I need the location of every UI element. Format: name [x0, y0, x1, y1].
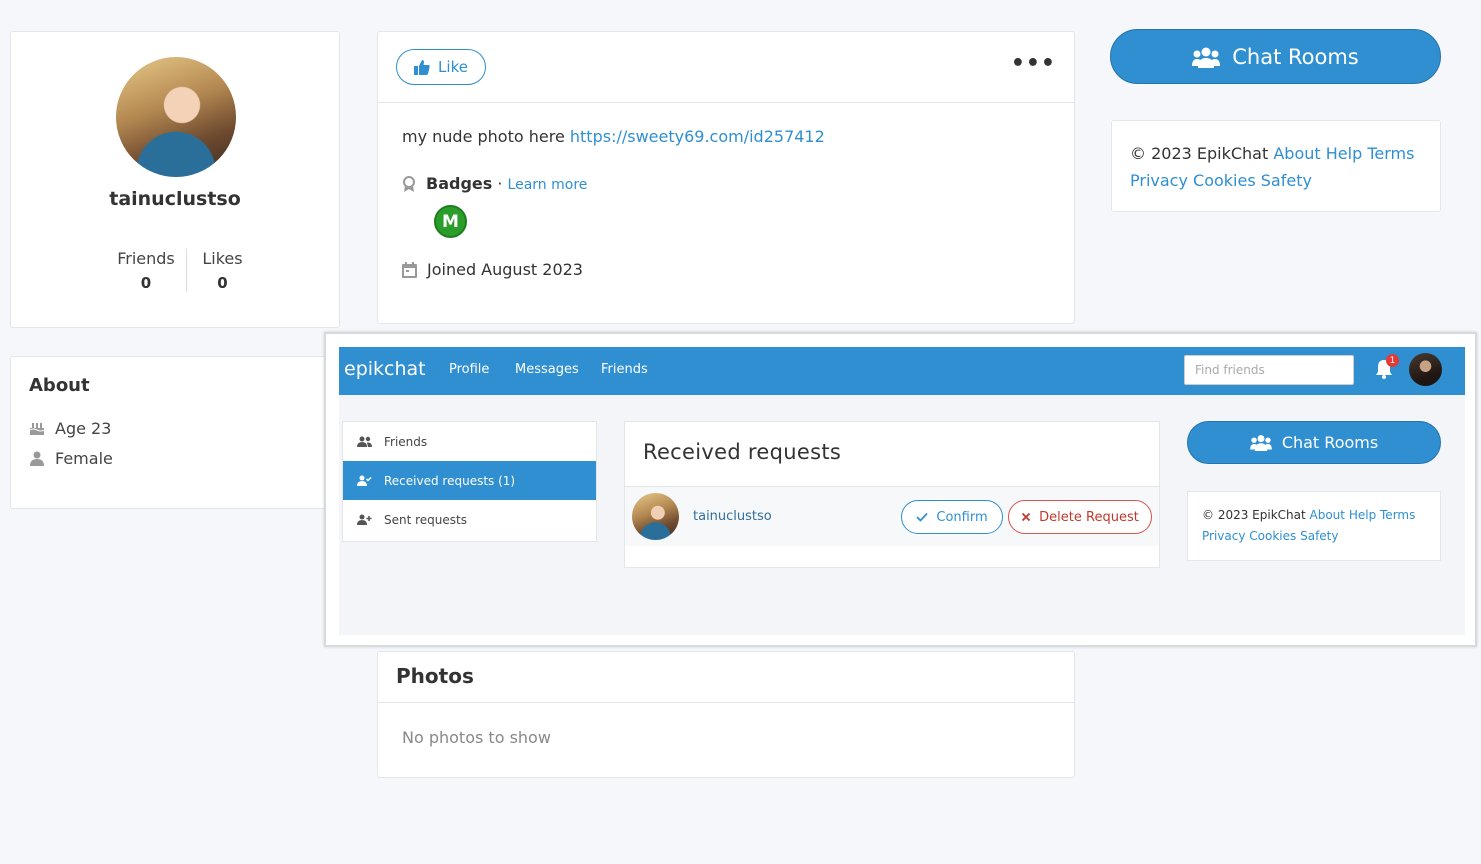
nav-friends-link[interactable]: Friends — [601, 362, 648, 377]
requester-avatar[interactable] — [632, 493, 679, 540]
user-icon — [29, 450, 45, 466]
photos-title: Photos — [378, 652, 1074, 703]
confirm-label: Confirm — [936, 509, 988, 525]
sidebar-item-friends[interactable]: Friends — [343, 422, 596, 461]
chat-rooms-button[interactable]: Chat Rooms — [1187, 421, 1441, 464]
chat-rooms-label: Chat Rooms — [1281, 433, 1379, 452]
footer-safety-link[interactable]: Safety — [1261, 171, 1312, 190]
about-gender-row: Female — [29, 443, 321, 473]
footer-about-link[interactable]: About — [1273, 144, 1320, 163]
requester-name[interactable]: tainuclustso — [693, 509, 772, 524]
sidebar-item-sent-requests[interactable]: Sent requests — [343, 500, 596, 539]
nav-profile-link[interactable]: Profile — [449, 362, 489, 377]
about-title: About — [29, 375, 90, 396]
footer-cookies-link[interactable]: Cookies — [1249, 529, 1296, 543]
top-navbar: epikchat Profile Messages Friends 1 — [339, 347, 1465, 395]
likes-stat[interactable]: Likes 0 — [186, 249, 258, 292]
user-check-icon — [357, 475, 372, 486]
footer-terms-link[interactable]: Terms — [1380, 508, 1415, 522]
user-plus-icon — [357, 514, 372, 525]
delete-request-button[interactable]: Delete Request — [1008, 500, 1152, 534]
calendar-icon — [402, 261, 417, 278]
post-body: my nude photo here https://sweety69.com/… — [378, 103, 1074, 279]
about-age: Age 23 — [55, 418, 112, 438]
more-options-icon[interactable]: ••• — [1011, 53, 1056, 75]
no-photos-text: No photos to show — [402, 728, 551, 747]
profile-avatar[interactable] — [116, 57, 236, 177]
joined-date: Joined August 2023 — [427, 260, 583, 279]
badges-separator: · — [492, 174, 508, 193]
footer-about-link[interactable]: About — [1310, 508, 1345, 522]
brand-logo[interactable]: epikchat — [344, 358, 426, 380]
post-text-row: my nude photo here https://sweety69.com/… — [402, 127, 1050, 146]
friends-stat[interactable]: Friends 0 — [106, 249, 186, 292]
find-friends-input[interactable] — [1184, 355, 1354, 385]
sidebar-item-label: Received requests (1) — [384, 473, 516, 488]
confirm-button[interactable]: Confirm — [901, 500, 1003, 534]
like-label: Like — [438, 58, 468, 76]
profile-card: tainuclustso Friends 0 Likes 0 — [10, 31, 340, 328]
badges-label: Badges — [426, 174, 493, 193]
sidebar-item-label: Sent requests — [384, 512, 467, 527]
sidebar-item-received-requests[interactable]: Received requests (1) — [343, 461, 596, 500]
member-badge[interactable]: M — [434, 205, 467, 238]
friends-label: Friends — [117, 249, 175, 268]
copyright-text: © 2023 EpikChat — [1130, 144, 1274, 163]
footer-card: © 2023 EpikChat About Help Terms Privacy… — [1187, 491, 1441, 561]
footer-privacy-link[interactable]: Privacy — [1202, 529, 1245, 543]
likes-count: 0 — [217, 274, 228, 292]
received-requests-panel: Received requests tainuclustso Confirm D… — [624, 421, 1160, 568]
about-age-row: Age 23 — [29, 413, 321, 443]
footer-help-link[interactable]: Help — [1326, 144, 1362, 163]
post-header: Like ••• — [378, 32, 1074, 103]
learn-more-link[interactable]: Learn more — [508, 177, 588, 193]
delete-request-label: Delete Request — [1039, 509, 1139, 525]
birthday-cake-icon — [29, 420, 45, 436]
friend-requests-screenshot: epikchat Profile Messages Friends 1 Frie… — [324, 332, 1477, 647]
nav-messages-link[interactable]: Messages — [515, 362, 579, 377]
badges-heading: Badges · Learn more — [426, 174, 587, 193]
post-card: Like ••• my nude photo here https://swee… — [377, 31, 1075, 324]
footer-terms-link[interactable]: Terms — [1367, 144, 1414, 163]
copyright-text: © 2023 EpikChat — [1202, 508, 1310, 522]
post-text: my nude photo here — [402, 127, 570, 146]
friends-count: 0 — [140, 274, 152, 292]
about-gender: Female — [55, 448, 113, 468]
users-icon — [357, 436, 372, 447]
profile-stats: Friends 0 Likes 0 — [106, 249, 258, 292]
post-link[interactable]: https://sweety69.com/id257412 — [570, 127, 825, 146]
notification-count-badge: 1 — [1386, 354, 1399, 367]
close-icon — [1021, 512, 1031, 522]
footer-privacy-link[interactable]: Privacy — [1130, 171, 1188, 190]
joined-row: Joined August 2023 — [402, 260, 1050, 279]
likes-label: Likes — [202, 249, 243, 268]
like-button[interactable]: Like — [396, 49, 486, 85]
badges-row: Badges · Learn more — [402, 174, 1050, 193]
photos-card: Photos No photos to show — [377, 651, 1075, 778]
users-group-icon — [1192, 46, 1221, 68]
footer-card: © 2023 EpikChat About Help Terms Privacy… — [1111, 120, 1441, 212]
profile-username: tainuclustso — [109, 188, 241, 210]
request-row: tainuclustso Confirm Delete Request — [625, 487, 1159, 546]
thumbs-up-icon — [414, 59, 430, 75]
friend-requests-page: epikchat Profile Messages Friends 1 Frie… — [339, 347, 1465, 635]
user-avatar[interactable] — [1409, 353, 1442, 386]
footer-cookies-link[interactable]: Cookies — [1193, 171, 1256, 190]
users-group-icon — [1249, 434, 1272, 451]
footer-safety-link[interactable]: Safety — [1300, 529, 1338, 543]
chat-rooms-button[interactable]: Chat Rooms — [1110, 29, 1441, 84]
received-requests-title: Received requests — [625, 422, 1159, 487]
check-icon — [916, 512, 929, 522]
chat-rooms-label: Chat Rooms — [1232, 44, 1359, 69]
sidebar-item-label: Friends — [384, 434, 428, 449]
footer-help-link[interactable]: Help — [1349, 508, 1376, 522]
friends-sidebar: Friends Received requests (1) Sent reque… — [342, 421, 597, 542]
award-icon — [402, 175, 416, 192]
about-card: About Age 23 Female — [10, 356, 340, 509]
